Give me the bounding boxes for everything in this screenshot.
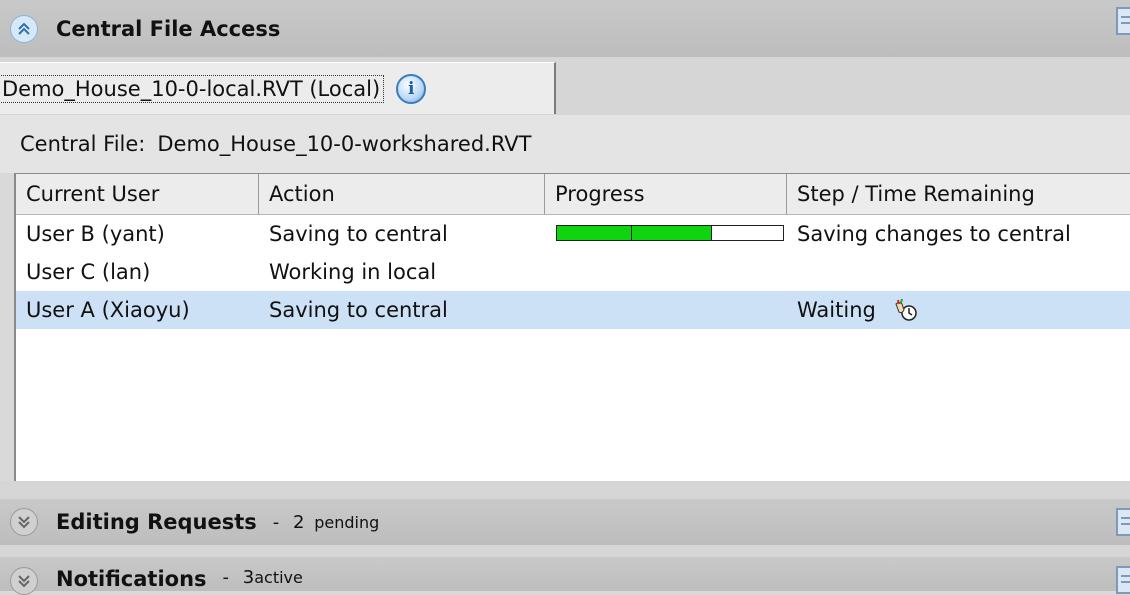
document-list-icon[interactable] bbox=[1116, 566, 1130, 594]
editing-requests-count: - 2 pending bbox=[273, 512, 379, 533]
cell-action: Working in local bbox=[269, 260, 437, 284]
table-row[interactable]: User C (lan) Working in local bbox=[16, 253, 1130, 291]
central-file-access-title: Central File Access bbox=[56, 16, 281, 41]
notifications-title: Notifications bbox=[56, 567, 207, 591]
cell-step: Saving changes to central bbox=[797, 222, 1071, 246]
column-header-step-time-remaining[interactable]: Step / Time Remaining bbox=[787, 174, 1130, 214]
editing-requests-count-number: 2 bbox=[293, 511, 305, 533]
panel-divider bbox=[0, 545, 1130, 557]
editing-requests-separator: - bbox=[272, 511, 280, 533]
cell-user: User B (yant) bbox=[26, 222, 165, 246]
progress-bar-fill bbox=[557, 226, 711, 240]
table-header: Current User Action Progress Step / Time… bbox=[16, 174, 1130, 215]
notifications-count-suffix: active bbox=[254, 568, 303, 587]
table-row-selected[interactable]: User A (Xiaoyu) Saving to central Waitin… bbox=[16, 291, 1130, 329]
document-list-icon[interactable] bbox=[1116, 508, 1130, 536]
cell-action: Saving to central bbox=[269, 222, 448, 246]
cell-progress bbox=[545, 291, 787, 329]
column-header-progress[interactable]: Progress bbox=[545, 174, 787, 214]
column-header-current-user[interactable]: Current User bbox=[16, 174, 259, 214]
user-activity-table: Current User Action Progress Step / Time… bbox=[14, 173, 1130, 481]
cell-progress bbox=[545, 253, 787, 291]
info-icon[interactable]: i bbox=[396, 73, 427, 104]
editing-requests-count-suffix: pending bbox=[314, 512, 380, 532]
central-file-label: Central File: bbox=[20, 132, 146, 156]
column-header-action[interactable]: Action bbox=[259, 174, 545, 214]
panel-divider[interactable] bbox=[0, 481, 1130, 499]
local-file-tab-label: Demo_House_10-0-local.RVT (Local) bbox=[0, 74, 385, 103]
cell-progress bbox=[545, 215, 787, 253]
document-list-icon[interactable] bbox=[1116, 7, 1130, 35]
notifications-count-number: 3 bbox=[242, 567, 255, 588]
file-tab-strip: Demo_House_10-0-local.RVT (Local) i bbox=[0, 57, 1130, 115]
cell-step-text: Waiting bbox=[797, 298, 876, 322]
cell-step bbox=[787, 253, 1130, 291]
local-file-tab[interactable]: Demo_House_10-0-local.RVT (Local) i bbox=[0, 62, 556, 114]
notifications-separator: - bbox=[222, 567, 230, 588]
central-file-row: Central File: Demo_House_10-0-workshared… bbox=[0, 115, 1130, 173]
central-file-value: Demo_House_10-0-workshared.RVT bbox=[157, 132, 532, 156]
progress-segment-divider bbox=[631, 226, 632, 240]
waiting-hand-icon bbox=[893, 298, 919, 324]
expand-chevron-down-icon[interactable] bbox=[10, 508, 38, 536]
central-file-access-header[interactable]: Central File Access bbox=[0, 0, 1130, 57]
cell-action: Saving to central bbox=[269, 298, 448, 322]
editing-requests-title: Editing Requests bbox=[56, 510, 257, 534]
notifications-count: - 3active bbox=[223, 567, 303, 588]
editing-requests-header[interactable]: Editing Requests - 2 pending bbox=[0, 499, 1130, 545]
table-row[interactable]: User B (yant) Saving to central Saving c… bbox=[16, 215, 1130, 253]
progress-fill-edge bbox=[710, 226, 712, 240]
notifications-header[interactable]: Notifications - 3active bbox=[0, 557, 1130, 595]
cell-user: User C (lan) bbox=[26, 260, 151, 284]
cell-user: User A (Xiaoyu) bbox=[26, 298, 190, 322]
progress-bar bbox=[556, 225, 784, 241]
cell-step: Waiting bbox=[787, 291, 1130, 329]
collapse-chevron-up-icon[interactable] bbox=[10, 14, 38, 43]
